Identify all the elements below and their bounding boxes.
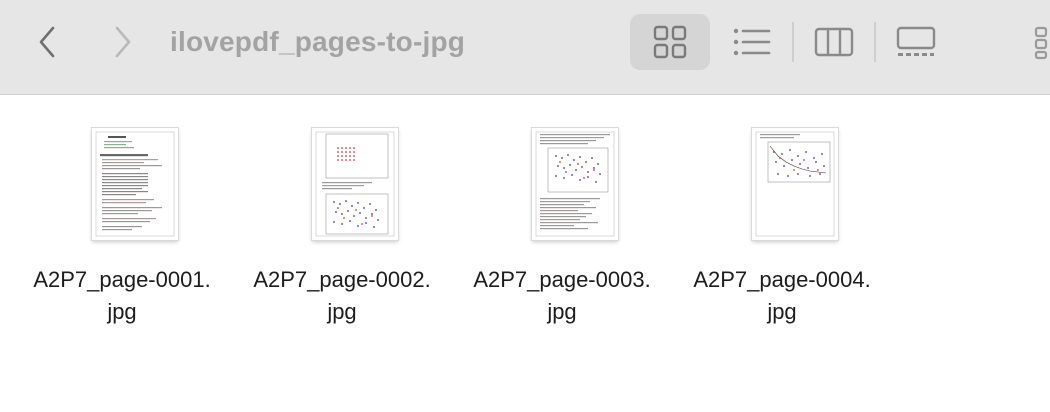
list-icon	[733, 28, 771, 56]
file-thumbnail	[532, 128, 618, 240]
group-icon	[1034, 26, 1048, 60]
gallery-view-button[interactable]	[886, 14, 946, 70]
file-name: A2P7_page-0002. jpg	[232, 264, 452, 328]
toolbar-divider	[792, 22, 794, 62]
file-name-line: jpg	[767, 299, 797, 324]
file-thumbnail	[752, 128, 838, 240]
file-grid: A2P7_page-0001. jpg A2P7_page-0002. jpg …	[0, 96, 1050, 412]
toolbar: ilovepdf_pages-to-jpg	[0, 0, 1050, 95]
forward-button[interactable]	[104, 24, 140, 60]
column-view-button[interactable]	[804, 14, 864, 70]
file-name: A2P7_page-0004. jpg	[672, 264, 892, 328]
finder-window: ilovepdf_pages-to-jpg A2P7_page-0001. jp…	[0, 0, 1050, 412]
gallery-icon	[896, 26, 936, 56]
file-thumbnail	[312, 128, 398, 240]
file-name-line: jpg	[327, 299, 357, 324]
toolbar-divider	[874, 22, 876, 62]
file-item[interactable]: A2P7_page-0001. jpg	[12, 126, 232, 336]
window-title: ilovepdf_pages-to-jpg	[170, 26, 466, 57]
chevron-right-icon	[115, 26, 131, 58]
list-view-button[interactable]	[722, 14, 782, 70]
file-name-line: jpg	[547, 299, 577, 324]
group-button[interactable]	[1030, 22, 1050, 62]
file-name: A2P7_page-0001. jpg	[12, 264, 232, 328]
file-name: A2P7_page-0003. jpg	[452, 264, 672, 328]
file-item[interactable]: A2P7_page-0004. jpg	[672, 126, 892, 336]
icon-view-button[interactable]	[630, 14, 710, 70]
columns-icon	[814, 27, 854, 57]
file-item[interactable]: A2P7_page-0003. jpg	[452, 126, 672, 336]
file-name-line: A2P7_page-0003.	[473, 267, 651, 292]
file-name-line: A2P7_page-0004.	[693, 267, 871, 292]
back-button[interactable]	[30, 24, 66, 60]
file-item[interactable]: A2P7_page-0002. jpg	[232, 126, 452, 336]
grid-icon	[653, 25, 687, 59]
file-name-line: A2P7_page-0002.	[253, 267, 431, 292]
chevron-left-icon	[39, 26, 55, 58]
file-name-line: A2P7_page-0001.	[33, 267, 211, 292]
file-name-line: jpg	[107, 299, 137, 324]
file-thumbnail	[92, 128, 178, 240]
